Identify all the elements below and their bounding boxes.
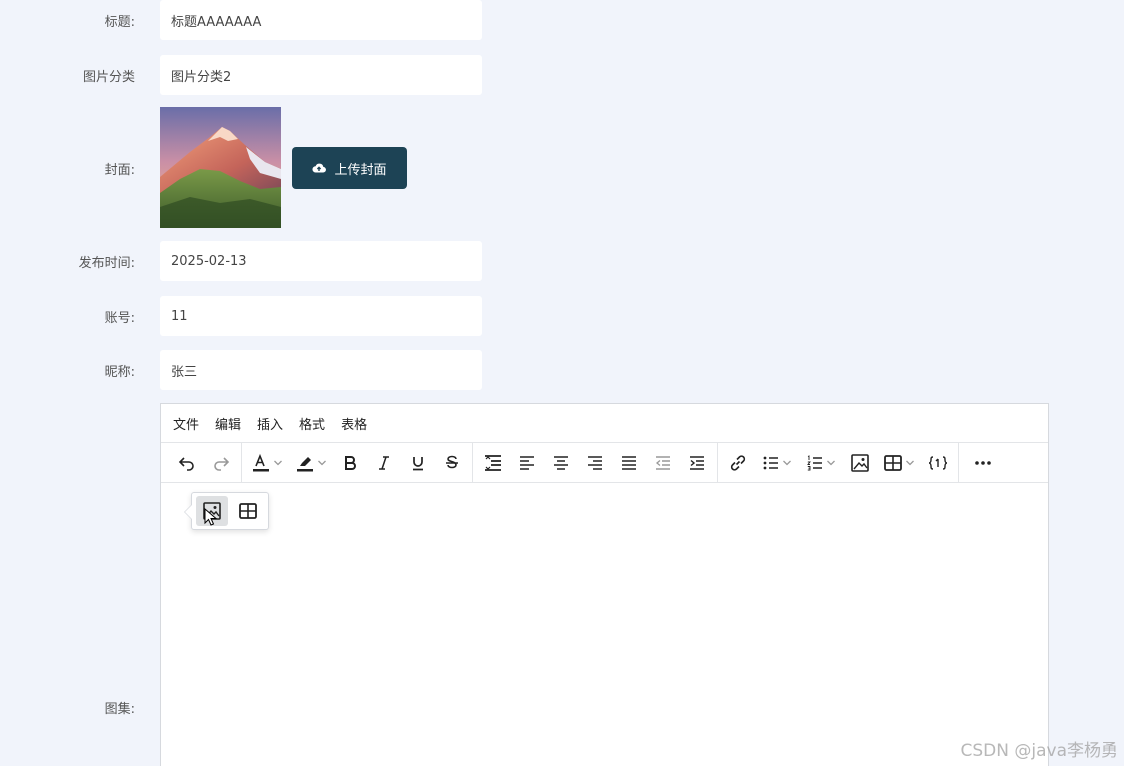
- table-icon: [884, 454, 902, 471]
- more-icon: [975, 460, 991, 465]
- align-right-icon: [588, 455, 602, 470]
- align-left-button[interactable]: [510, 448, 544, 478]
- toolbar-group-more: [963, 443, 1003, 482]
- category-label: 图片分类: [82, 69, 135, 85]
- indent-button[interactable]: [680, 448, 714, 478]
- line-height-button[interactable]: [476, 448, 510, 478]
- italic-button[interactable]: [367, 448, 401, 478]
- redo-icon: [214, 456, 230, 471]
- align-right-button[interactable]: [578, 448, 612, 478]
- undo-button[interactable]: [170, 448, 204, 478]
- indent-icon: [690, 455, 704, 470]
- title-input[interactable]: 标题AAAAAAA: [160, 0, 482, 40]
- account-row: 账号:: [0, 296, 145, 336]
- bullet-list-icon: [763, 456, 778, 469]
- toolbar-group-insert: [718, 443, 959, 482]
- strikethrough-icon: [446, 455, 458, 468]
- toolbar-group-format: [242, 443, 473, 482]
- account-label: 账号:: [104, 310, 135, 326]
- highlight-color-button[interactable]: [289, 448, 333, 478]
- menu-format[interactable]: 格式: [299, 414, 325, 433]
- chevron-down-icon: [906, 460, 914, 465]
- menu-edit[interactable]: 编辑: [215, 414, 241, 433]
- redo-button[interactable]: [204, 448, 238, 478]
- gallery-label: 图集:: [104, 702, 135, 717]
- align-justify-icon: [622, 455, 636, 470]
- text-color-button[interactable]: [245, 448, 289, 478]
- upload-cover-button[interactable]: 上传封面: [292, 147, 407, 189]
- line-height-icon: [485, 454, 501, 471]
- menu-insert[interactable]: 插入: [257, 414, 283, 433]
- link-icon: [730, 454, 746, 471]
- outdent-icon: [655, 455, 670, 470]
- publish-time-row: 发布时间:: [0, 241, 145, 281]
- outdent-button[interactable]: [646, 448, 680, 478]
- quick-insert-popup: [184, 492, 269, 530]
- menu-table[interactable]: 表格: [341, 414, 367, 433]
- chevron-down-icon: [827, 460, 835, 465]
- align-center-button[interactable]: [544, 448, 578, 478]
- rich-text-editor[interactable]: 文件 编辑 插入 格式 表格: [160, 403, 1049, 766]
- undo-icon: [178, 456, 194, 471]
- title-label: 标题:: [104, 14, 135, 30]
- image-button[interactable]: [843, 448, 877, 478]
- cover-image: [160, 107, 281, 228]
- text-color-icon: [253, 453, 269, 471]
- menu-file[interactable]: 文件: [173, 414, 199, 433]
- category-select[interactable]: 图片分类2: [160, 55, 482, 95]
- numbered-list-icon: [807, 454, 822, 470]
- code-sample-icon: [928, 455, 948, 470]
- cover-label: 封面:: [104, 162, 135, 178]
- watermark: CSDN @java李杨勇: [960, 741, 1119, 761]
- toolbar-group-align: [473, 443, 718, 482]
- italic-icon: [379, 455, 389, 470]
- editor-toolbar: [161, 443, 1048, 483]
- cover-row: 封面:: [0, 147, 145, 189]
- title-row: 标题:: [0, 0, 145, 40]
- account-input[interactable]: 11: [160, 296, 482, 336]
- toolbar-group-history: [167, 443, 242, 482]
- chevron-down-icon: [274, 460, 282, 465]
- more-button[interactable]: [966, 448, 1000, 478]
- nickname-label: 昵称:: [104, 364, 135, 380]
- align-center-icon: [554, 455, 568, 470]
- cloud-upload-icon: [312, 163, 327, 173]
- upload-cover-label: 上传封面: [334, 162, 387, 178]
- numbered-list-button[interactable]: [799, 448, 843, 478]
- chevron-down-icon: [783, 460, 791, 465]
- category-row: 图片分类: [0, 55, 145, 95]
- publish-time-input[interactable]: 2025-02-13: [160, 241, 482, 281]
- nickname-row: 昵称:: [0, 350, 145, 390]
- table-button[interactable]: [877, 448, 921, 478]
- image-icon: [851, 453, 869, 472]
- bold-icon: [345, 455, 356, 470]
- underline-icon: [413, 456, 423, 470]
- table-icon: [239, 503, 257, 519]
- strikethrough-button[interactable]: [435, 448, 469, 478]
- nickname-input[interactable]: 张三: [160, 350, 482, 390]
- link-button[interactable]: [721, 448, 755, 478]
- bullet-list-button[interactable]: [755, 448, 799, 478]
- underline-button[interactable]: [401, 448, 435, 478]
- mouse-cursor-icon: [204, 508, 218, 526]
- align-justify-button[interactable]: [612, 448, 646, 478]
- popup-table-button[interactable]: [232, 496, 264, 526]
- mountain-picture: [160, 107, 281, 228]
- align-left-icon: [520, 455, 534, 470]
- code-sample-button[interactable]: [921, 448, 955, 478]
- bold-button[interactable]: [333, 448, 367, 478]
- editor-menubar: 文件 编辑 插入 格式 表格: [161, 404, 1048, 443]
- publish-time-label: 发布时间:: [78, 255, 135, 271]
- highlight-color-icon: [297, 456, 313, 471]
- chevron-down-icon: [318, 460, 326, 465]
